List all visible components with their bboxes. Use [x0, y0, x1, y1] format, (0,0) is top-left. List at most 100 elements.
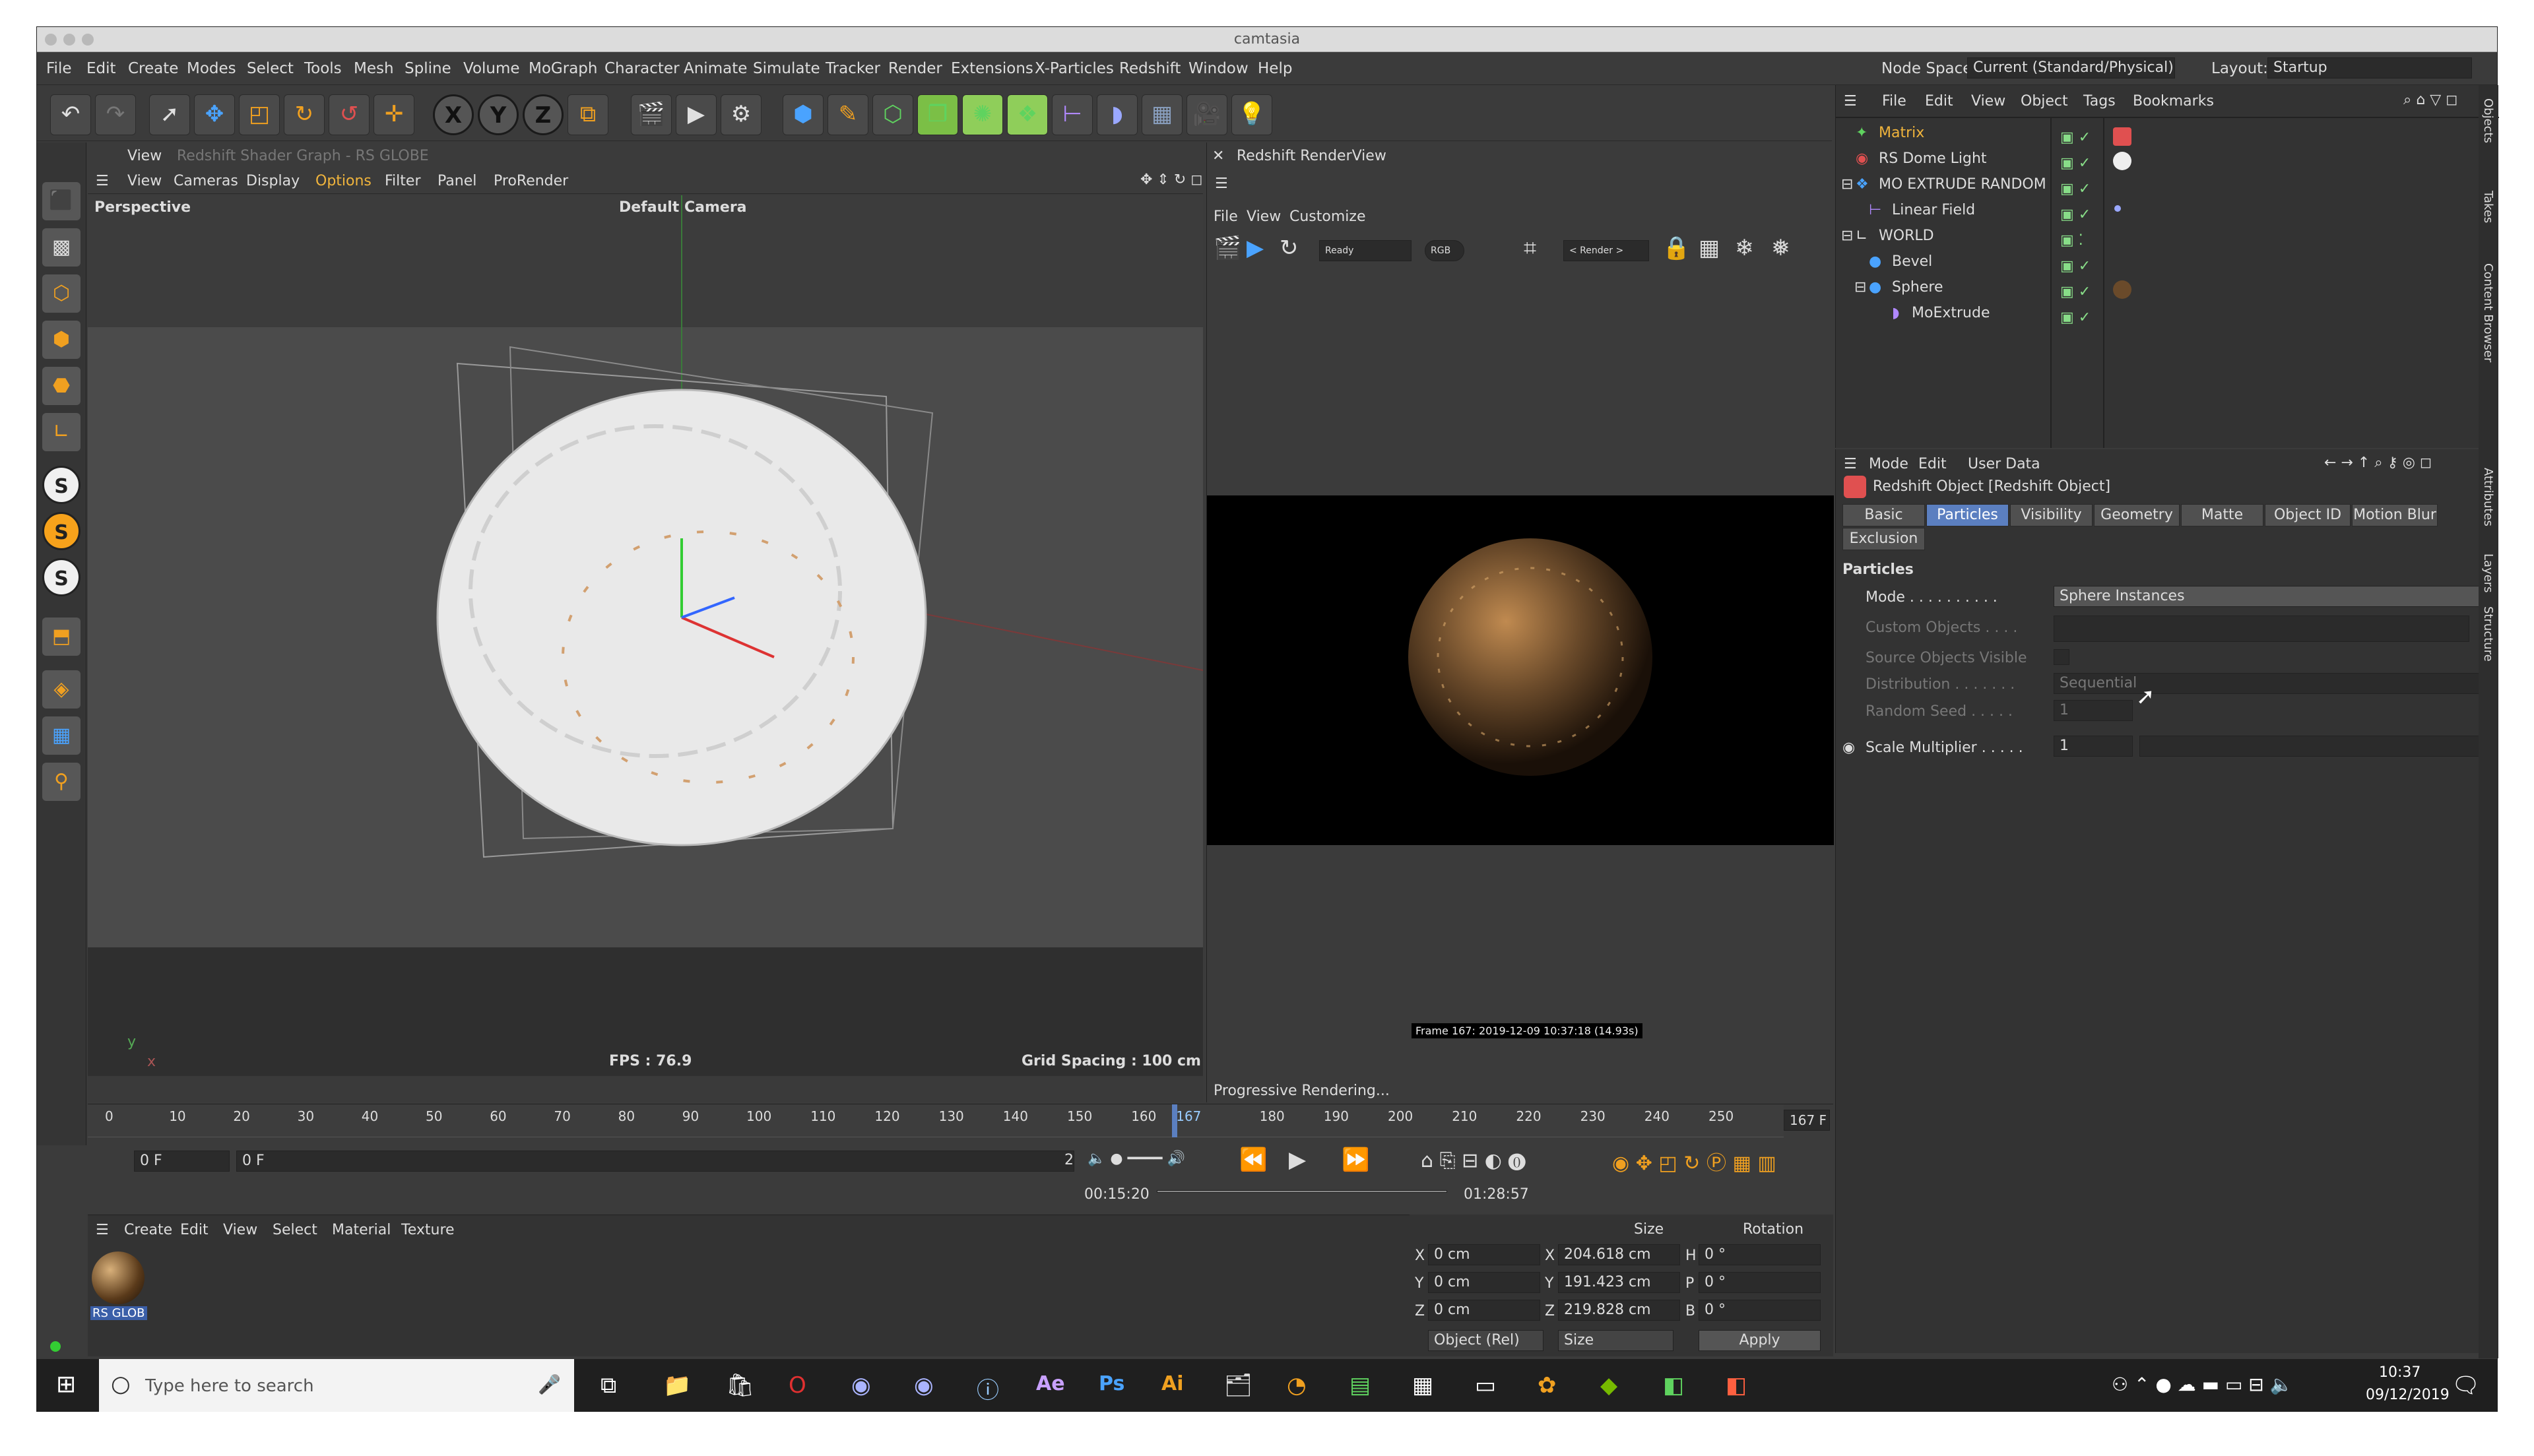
- snowflake-all-icon[interactable]: ❅: [1771, 235, 1790, 261]
- psr-tool-icon[interactable]: ↺: [329, 94, 370, 135]
- cloner-icon[interactable]: ❒: [917, 94, 958, 135]
- node-space-dropdown[interactable]: Current (Standard/Physical): [1967, 57, 2175, 79]
- viewport-canvas[interactable]: Perspective Default Camera y x FPS : 76.…: [88, 195, 1203, 1076]
- menu-animate[interactable]: Animate: [684, 60, 747, 77]
- menu-volume[interactable]: Volume: [463, 60, 520, 77]
- tag-icon[interactable]: [2114, 205, 2121, 212]
- rotation-b-field[interactable]: 0 °: [1699, 1300, 1821, 1321]
- file-explorer-icon[interactable]: 📁: [663, 1372, 691, 1399]
- menu-extensions[interactable]: Extensions: [951, 60, 1033, 77]
- start-frame-field[interactable]: 0 F: [134, 1151, 230, 1172]
- snap-s3-button[interactable]: S: [42, 558, 81, 596]
- light-icon[interactable]: 💡: [1231, 94, 1272, 135]
- visibility-toggles[interactable]: ▣ ✓ ▣ ✓ ▣ ✓ ▣ ✓ ▣ ⁚ ▣ ✓ ▣ ✓ ▣ ✓: [2060, 125, 2091, 331]
- dock-tab-structure[interactable]: Structure: [2481, 606, 2495, 662]
- viewport-menu-prorender[interactable]: ProRender: [494, 173, 568, 189]
- render-mode-dropdown[interactable]: < Render >: [1563, 240, 1649, 261]
- snap-s2-button[interactable]: S: [42, 512, 81, 550]
- matmgr-menu-texture[interactable]: Texture: [401, 1222, 455, 1238]
- menu-spline[interactable]: Spline: [405, 60, 451, 77]
- expand-icon[interactable]: ⊟: [1854, 279, 1866, 296]
- object-row-moextrude[interactable]: MoExtrude: [1912, 305, 1990, 321]
- rgb-channel-dropdown[interactable]: RGB: [1425, 240, 1464, 261]
- mograph-cubes-icon[interactable]: ❖: [1007, 94, 1048, 135]
- viewport-tab-view[interactable]: View: [127, 148, 162, 164]
- timeline-tool-icons[interactable]: ⌂ ⎘ ⊟ ◐ ⓿: [1421, 1149, 1526, 1172]
- tab-motion-blur[interactable]: Motion Blur: [2352, 504, 2438, 526]
- axis-mode-icon[interactable]: ∟: [42, 413, 81, 451]
- matmgr-menu-material[interactable]: Material: [332, 1222, 391, 1238]
- menu-mesh[interactable]: Mesh: [354, 60, 394, 77]
- blender-icon[interactable]: ◔: [1287, 1372, 1307, 1399]
- matmgr-menu-edit[interactable]: Edit: [180, 1222, 209, 1238]
- magnet-icon[interactable]: ⬒: [42, 617, 81, 656]
- apply-button[interactable]: Apply: [1699, 1330, 1821, 1351]
- viewport-menu-display[interactable]: Display: [246, 173, 300, 189]
- pen-spline-icon[interactable]: ✎: [828, 94, 868, 135]
- lock-icon[interactable]: 🔒: [1662, 235, 1690, 261]
- fast-forward-button[interactable]: ⏩: [1342, 1147, 1369, 1173]
- workplane-icon[interactable]: ◈: [42, 670, 81, 709]
- tag-icon[interactable]: [2113, 127, 2131, 146]
- source-visible-checkbox[interactable]: [2054, 649, 2069, 665]
- hamburger-icon[interactable]: ☰: [96, 1222, 109, 1238]
- subdivision-icon[interactable]: ⬡: [872, 94, 913, 135]
- size-x-field[interactable]: 204.618 cm: [1558, 1244, 1680, 1265]
- object-row-linear-field[interactable]: Linear Field: [1892, 202, 1975, 218]
- monitor-icon[interactable]: ▤: [1349, 1372, 1371, 1399]
- mograph-effector-icon[interactable]: ✺: [962, 94, 1003, 135]
- crop-icon[interactable]: ⌗: [1524, 235, 1536, 261]
- hamburger-icon[interactable]: ☰: [1215, 175, 1228, 192]
- viewport-navigation-icons[interactable]: ✥ ⇕ ↻ ◻: [1140, 172, 1203, 188]
- deformer-icon[interactable]: ⊢: [1052, 94, 1093, 135]
- store-icon[interactable]: 🛍: [726, 1372, 754, 1399]
- rotation-p-field[interactable]: 0 °: [1699, 1272, 1821, 1293]
- camtasia-icon[interactable]: ◧: [1726, 1372, 1747, 1399]
- menu-render[interactable]: Render: [888, 60, 942, 77]
- scale-multiplier-slider[interactable]: [2139, 736, 2489, 757]
- clock-time[interactable]: 10:37: [2379, 1364, 2420, 1381]
- frame-range-slider[interactable]: 0 F: [236, 1151, 1074, 1172]
- timeline-playhead[interactable]: [1172, 1104, 1178, 1137]
- matmgr-menu-view[interactable]: View: [223, 1222, 257, 1238]
- keyframe-tool-icons[interactable]: ◉ ✥ ◰ ↻ Ⓟ ▦ ▥: [1612, 1147, 1776, 1176]
- menu-mograph[interactable]: MoGraph: [529, 60, 597, 77]
- select-tool-icon[interactable]: ➚: [149, 94, 190, 135]
- snowflake-icon[interactable]: ❄: [1735, 235, 1754, 261]
- matmgr-menu-select[interactable]: Select: [273, 1222, 317, 1238]
- password-manager-icon[interactable]: ⓘ: [977, 1372, 999, 1405]
- dock-tab-layers[interactable]: Layers: [2481, 554, 2495, 593]
- tab-particles[interactable]: Particles: [1926, 504, 2009, 526]
- volume-icon[interactable]: 🔈 ● ━━━━ 🔊: [1088, 1151, 1185, 1167]
- object-row-bevel[interactable]: Bevel: [1892, 253, 1932, 270]
- renderview-menu-customize[interactable]: Customize: [1289, 208, 1365, 225]
- menu-tools[interactable]: Tools: [304, 60, 342, 77]
- menu-create[interactable]: Create: [128, 60, 178, 77]
- tab-exclusion[interactable]: Exclusion: [1842, 528, 1925, 550]
- render-settings-icon[interactable]: ⚙: [721, 94, 762, 135]
- timeline-ruler[interactable]: 0 10 20 30 40 50 60 70 80 90 100 110 120 130 140 150 160…: [88, 1104, 1784, 1137]
- camtasia-recorder-icon[interactable]: ◧: [1663, 1372, 1684, 1399]
- rotate-tool-icon[interactable]: ↻: [284, 94, 325, 135]
- cinema4d-icon[interactable]: ◉: [851, 1372, 871, 1399]
- tag-icon[interactable]: [2113, 152, 2131, 170]
- coord-mode-dropdown[interactable]: Object (Rel): [1428, 1330, 1543, 1351]
- menu-window[interactable]: Window: [1188, 60, 1249, 77]
- play-button[interactable]: ▶: [1289, 1147, 1306, 1173]
- attr-menu-edit[interactable]: Edit: [1918, 456, 1947, 472]
- z-axis-toggle[interactable]: Z: [523, 94, 564, 135]
- viewport-menu-cameras[interactable]: Cameras: [174, 173, 238, 189]
- render-view-icon[interactable]: ▶: [676, 94, 717, 135]
- attr-nav-icons[interactable]: ← → ↑ ⌕ ⚷ ◎ ◻: [2324, 455, 2432, 471]
- custom-objects-field[interactable]: [2054, 616, 2469, 642]
- menu-redshift[interactable]: Redshift: [1119, 60, 1181, 77]
- render-status-dropdown[interactable]: Ready: [1319, 240, 1412, 261]
- add-tool-icon[interactable]: ✛: [374, 94, 414, 135]
- renderview-menu-file[interactable]: File: [1214, 208, 1238, 225]
- microphone-icon[interactable]: 🎤: [538, 1374, 561, 1395]
- tab-visibility[interactable]: Visibility: [2010, 504, 2093, 526]
- photoshop-icon[interactable]: Ps: [1099, 1372, 1124, 1395]
- viewport-menu-options[interactable]: Options: [315, 173, 372, 189]
- keyframe-radio-icon[interactable]: ◉: [1842, 740, 1855, 756]
- playback-scrubber[interactable]: [1157, 1190, 1447, 1193]
